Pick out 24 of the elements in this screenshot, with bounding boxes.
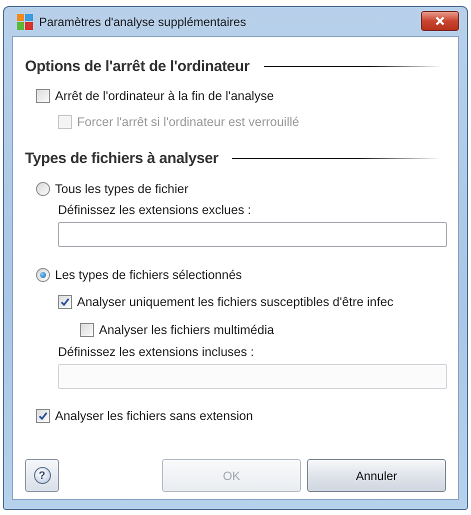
input-field[interactable] [58, 222, 447, 247]
section-heading: Types de fichiers à analyser [25, 150, 218, 166]
checkbox[interactable] [80, 322, 94, 336]
section-heading: Options de l'arrêt de l'ordinateur [25, 58, 250, 74]
checkbox-label: Forcer l'arrêt si l'ordinateur est verrouillé [77, 114, 300, 128]
checkbox[interactable] [36, 89, 50, 103]
radio-button[interactable] [36, 268, 50, 282]
checkbox[interactable] [36, 409, 50, 423]
checkbox-label: Analyser uniquement les fichiers susceptibles d'être infec [77, 294, 394, 308]
help-button[interactable]: ? [25, 459, 59, 492]
radio-label: Les types de fichiers sélectionnés [55, 268, 242, 282]
radio-label: Tous les types de fichier [55, 182, 188, 196]
dialog-button[interactable]: Annuler [307, 459, 446, 492]
window-title: Paramètres d'analyse supplémentaires [39, 14, 248, 28]
close-button[interactable] [421, 10, 459, 30]
radio-button[interactable] [36, 182, 50, 196]
checkbox-label: Arrêt de l'ordinateur à la fin de l'analyse [55, 89, 274, 103]
field-label: Définissez les extensions incluses : [58, 345, 255, 359]
checkbox-label: Analyser les fichiers sans extension [55, 409, 254, 423]
checkbox-label: Analyser les fichiers multimédia [99, 322, 274, 336]
app-icon [17, 14, 33, 30]
checkbox[interactable] [58, 294, 72, 308]
close-icon [435, 16, 445, 26]
field-label: Définissez les extensions exclues : [58, 203, 252, 217]
